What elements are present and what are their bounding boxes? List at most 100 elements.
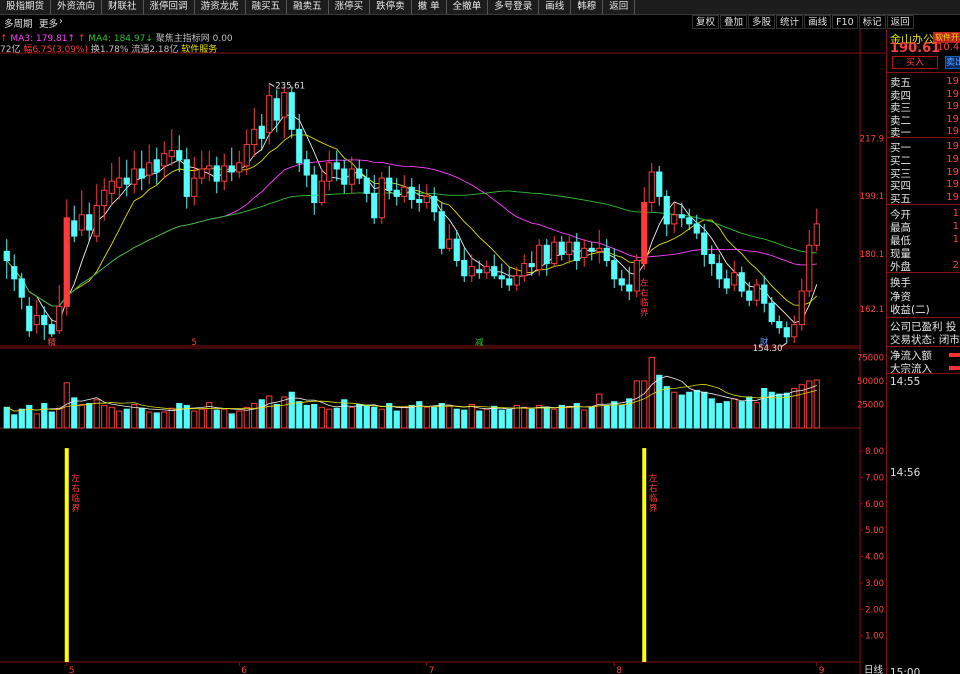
volume-bar[interactable]: [71, 397, 78, 429]
volume-bar[interactable]: [138, 407, 145, 429]
volume-bar[interactable]: [161, 411, 168, 429]
volume-bar[interactable]: [738, 401, 745, 429]
candle[interactable]: [123, 177, 130, 185]
candle[interactable]: [686, 217, 693, 225]
candle[interactable]: [618, 278, 625, 286]
volume-bar[interactable]: [296, 401, 303, 429]
volume-bar[interactable]: [483, 408, 490, 429]
candle[interactable]: [678, 214, 685, 219]
candle[interactable]: [731, 272, 738, 286]
candle[interactable]: [356, 168, 363, 179]
candle[interactable]: [131, 168, 138, 185]
sell-button[interactable]: 卖出: [945, 56, 960, 69]
volume-bar[interactable]: [26, 404, 33, 429]
volume-bar[interactable]: [611, 401, 618, 429]
candle[interactable]: [101, 189, 108, 207]
volume-bar[interactable]: [753, 402, 760, 429]
candle[interactable]: [671, 214, 678, 225]
event-marker[interactable]: 减: [475, 337, 484, 348]
signal-bar[interactable]: [64, 448, 69, 662]
candle[interactable]: [521, 263, 528, 277]
volume-bar[interactable]: [333, 407, 340, 429]
volume-bar[interactable]: [641, 380, 648, 429]
volume-bar[interactable]: [258, 399, 265, 429]
volume-bar[interactable]: [221, 408, 228, 429]
volume-bar[interactable]: [228, 413, 235, 429]
candle[interactable]: [138, 168, 145, 179]
volume-bar[interactable]: [476, 410, 483, 429]
candle[interactable]: [408, 186, 415, 200]
candle[interactable]: [558, 241, 565, 255]
candle[interactable]: [506, 278, 513, 286]
candle[interactable]: [86, 214, 93, 231]
candle[interactable]: [611, 260, 618, 280]
candle[interactable]: [266, 95, 273, 133]
volume-bar[interactable]: [446, 404, 453, 429]
candle[interactable]: [161, 153, 168, 167]
volume-bar[interactable]: [731, 398, 738, 429]
candle[interactable]: [341, 168, 348, 185]
candle[interactable]: [348, 168, 355, 185]
volume-bar[interactable]: [191, 410, 198, 429]
candle[interactable]: [746, 290, 753, 301]
volume-bar[interactable]: [648, 356, 655, 429]
volume-bar[interactable]: [783, 392, 790, 429]
volume-bar[interactable]: [408, 404, 415, 429]
candle[interactable]: [468, 266, 475, 277]
candle[interactable]: [648, 171, 655, 204]
volume-bar[interactable]: [386, 403, 393, 429]
volume-bar[interactable]: [776, 393, 783, 429]
candle[interactable]: [461, 260, 468, 277]
candle[interactable]: [491, 266, 498, 277]
volume-bar[interactable]: [633, 380, 640, 429]
candle[interactable]: [798, 290, 805, 326]
candle[interactable]: [318, 180, 325, 204]
candle[interactable]: [753, 284, 760, 301]
volume-bar[interactable]: [176, 403, 183, 429]
candle[interactable]: [423, 195, 430, 204]
volume-bar[interactable]: [543, 406, 550, 429]
volume-bar[interactable]: [453, 408, 460, 429]
volume-bar[interactable]: [506, 408, 513, 429]
volume-bar[interactable]: [603, 404, 610, 429]
volume-bar[interactable]: [461, 409, 468, 429]
volume-bar[interactable]: [588, 406, 595, 429]
candle[interactable]: [93, 205, 100, 237]
candle[interactable]: [573, 241, 580, 262]
volume-bar[interactable]: [318, 406, 325, 429]
candle[interactable]: [116, 177, 123, 188]
volume-bar[interactable]: [168, 407, 175, 429]
candle[interactable]: [48, 324, 55, 335]
volume-bar[interactable]: [708, 398, 715, 429]
candle[interactable]: [566, 241, 573, 255]
candle[interactable]: [168, 150, 175, 158]
candle[interactable]: [303, 159, 310, 176]
volume-bar[interactable]: [251, 403, 258, 429]
candle[interactable]: [78, 214, 85, 231]
candle[interactable]: [498, 275, 505, 280]
buy-button[interactable]: 买入: [892, 56, 938, 69]
candle[interactable]: [378, 177, 385, 219]
candle[interactable]: [26, 305, 33, 332]
volume-bar[interactable]: [266, 395, 273, 429]
volume-bar[interactable]: [153, 412, 160, 429]
candle[interactable]: [701, 232, 708, 255]
candle[interactable]: [656, 171, 663, 197]
candle[interactable]: [446, 238, 453, 249]
volume-bar[interactable]: [311, 403, 318, 429]
volume-bar[interactable]: [41, 403, 48, 429]
chart-tab[interactable]: 返回: [886, 15, 914, 29]
candle[interactable]: [191, 177, 198, 197]
candle[interactable]: [198, 168, 205, 179]
candle[interactable]: [641, 202, 648, 265]
candle[interactable]: [776, 321, 783, 329]
volume-bar[interactable]: [663, 386, 670, 429]
candle[interactable]: [41, 314, 48, 326]
candle[interactable]: [761, 284, 768, 304]
candle[interactable]: [536, 244, 543, 271]
volume-bar[interactable]: [101, 404, 108, 429]
volume-bar[interactable]: [596, 393, 603, 429]
candle[interactable]: [401, 186, 408, 197]
candle[interactable]: [18, 278, 25, 298]
candle[interactable]: [438, 211, 445, 249]
